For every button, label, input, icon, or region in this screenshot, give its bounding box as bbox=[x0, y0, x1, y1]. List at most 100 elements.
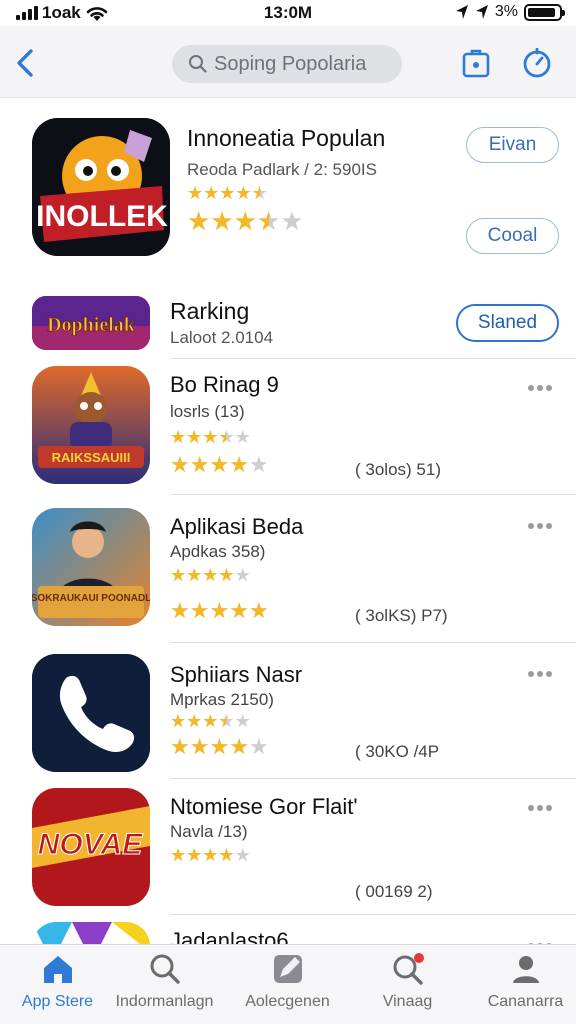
more-options-icon[interactable] bbox=[520, 936, 560, 944]
star-fill: ★ bbox=[229, 736, 249, 758]
app-artwork: SOKRAUKAUI POONADL bbox=[32, 508, 150, 626]
star-fill: ★ bbox=[170, 454, 190, 476]
star-fill: ★ bbox=[186, 428, 203, 446]
star-fill: ★ bbox=[186, 846, 203, 864]
star-fill: ★ bbox=[170, 712, 187, 730]
more-options-icon[interactable] bbox=[520, 378, 560, 398]
star-fill: ★ bbox=[187, 184, 204, 202]
star-fill: ★ bbox=[233, 208, 257, 234]
status-right: 3% bbox=[455, 3, 565, 21]
app-row[interactable]: Jadanlasto6 bbox=[0, 914, 576, 944]
ranking-button[interactable]: Slaned bbox=[456, 304, 559, 342]
star-icon: ★★ bbox=[170, 734, 190, 759]
person-icon bbox=[513, 956, 539, 983]
tab-label: Aolecgenen bbox=[245, 993, 330, 1010]
row-divider bbox=[170, 358, 576, 359]
row-divider bbox=[170, 914, 576, 915]
star-fill: ★ bbox=[189, 736, 210, 758]
star-icon: ★★ bbox=[234, 711, 251, 731]
star-fill: ★ bbox=[170, 846, 187, 864]
timer-icon[interactable] bbox=[522, 48, 552, 78]
search-input[interactable] bbox=[214, 52, 394, 76]
app-icon[interactable]: SOKRAUKAUI POONADL bbox=[32, 508, 150, 626]
more-options-icon[interactable] bbox=[520, 516, 560, 536]
star-icon: ★★ bbox=[186, 427, 203, 447]
star-icon: ★★ bbox=[209, 734, 230, 759]
star-fill: ★ bbox=[170, 736, 190, 758]
search-icon bbox=[150, 954, 180, 984]
star-icon: ★★ bbox=[229, 452, 249, 477]
tab-app-store[interactable]: App Stere bbox=[0, 945, 115, 1024]
app-rating-small: ★★★★★★★★★★ bbox=[170, 846, 251, 864]
tab-search[interactable]: Indormanlagn bbox=[107, 945, 222, 1024]
app-row[interactable]: RAIKSSAUIII Bo Rinag 9 losrls (13) ★ ★ ★ ★ ★… bbox=[0, 358, 576, 494]
featured-bottom-button[interactable]: Cooal bbox=[466, 218, 559, 254]
location-icon bbox=[455, 5, 468, 19]
app-icon[interactable] bbox=[32, 922, 150, 944]
row-divider bbox=[170, 642, 576, 643]
star-fill: ★ bbox=[209, 600, 230, 622]
pencil-icon bbox=[274, 955, 302, 983]
star-fill: ★ bbox=[202, 428, 219, 446]
status-bar: 1oak 13:0M 3% bbox=[0, 0, 576, 26]
app-store-home-icon bbox=[44, 956, 72, 983]
app-icon[interactable]: NOVAE bbox=[32, 788, 150, 906]
star-fill: ★ bbox=[248, 600, 269, 622]
share-icon[interactable] bbox=[461, 48, 491, 78]
star-icon: ★★ bbox=[202, 711, 219, 731]
featured-app-icon[interactable]: INOLLEK bbox=[32, 118, 170, 256]
app-name: Bo Rinag 9 bbox=[170, 372, 279, 397]
star-icon: ★★ bbox=[170, 711, 187, 731]
featured-rating-small: ★★★★★★★★★★ bbox=[187, 184, 268, 202]
star-fill: ★ bbox=[235, 184, 252, 202]
app-rating-small: ★★★★★★★★★★ bbox=[170, 566, 251, 584]
more-options-icon[interactable] bbox=[520, 798, 560, 818]
featured-top-button[interactable]: Eivan bbox=[466, 127, 559, 163]
more-options-icon[interactable] bbox=[520, 664, 560, 684]
star-fill: ★ bbox=[189, 454, 210, 476]
star-icon: ★★ bbox=[234, 565, 251, 585]
app-review-count: ( 3olos) 51) bbox=[355, 460, 441, 479]
featured-app-card[interactable]: INOLLEK Innoneatia Populan Reoda Padlark… bbox=[0, 98, 576, 284]
app-icon[interactable]: RAIKSSAUIII bbox=[32, 366, 150, 484]
back-chevron-icon[interactable] bbox=[14, 48, 36, 78]
star-icon: ★★ bbox=[189, 734, 210, 759]
tab-editor[interactable]: Aolecgenen bbox=[230, 945, 345, 1024]
app-review-count: ( 00169 2) bbox=[355, 882, 433, 901]
star-icon: ★★ bbox=[170, 845, 187, 865]
star-fill: ★ bbox=[209, 454, 230, 476]
star-fill: ★ bbox=[229, 454, 249, 476]
phone-icon bbox=[32, 654, 150, 772]
tab-bar: App Stere Indormanlagn Aolecgenen Vinaag… bbox=[0, 944, 576, 1024]
ranking-banner[interactable]: Dophielak bbox=[32, 296, 150, 350]
star-icon: ★★ bbox=[186, 565, 203, 585]
star-fill: ★ bbox=[170, 428, 187, 446]
star-fill: ★ bbox=[209, 736, 230, 758]
tab-account[interactable]: Cananarra bbox=[468, 945, 576, 1024]
star-icon: ★★ bbox=[229, 734, 249, 759]
tab-label: Vinaag bbox=[382, 993, 433, 1010]
app-name: Aplikasi Beda bbox=[170, 514, 304, 539]
app-row[interactable]: Sphiiars Nasr Mprkas 2150) ★ ★ ★ ★ ★ ★ ★ ★ ★ ★ ★ ★… bbox=[0, 642, 576, 778]
tab-updates[interactable]: Vinaag bbox=[350, 945, 465, 1024]
app-icon-text: NOVAE bbox=[38, 828, 143, 861]
featured-artwork: INOLLEK bbox=[32, 118, 170, 256]
star-icon: ★★ bbox=[251, 183, 268, 203]
star-fill: ★ bbox=[202, 712, 219, 730]
app-subtitle: Mprkas 2150) bbox=[170, 690, 274, 709]
star-fill: ★ bbox=[218, 712, 226, 730]
star-icon: ★★ bbox=[202, 845, 219, 865]
app-row[interactable]: NOVAE Ntomiese Gor Flait' Navla /13) ★ ★ ★… bbox=[0, 778, 576, 914]
star-fill: ★ bbox=[218, 846, 235, 864]
star-fill: ★ bbox=[202, 566, 219, 584]
battery-icon bbox=[524, 3, 565, 21]
app-icon[interactable] bbox=[32, 654, 150, 772]
star-icon: ★★ bbox=[248, 734, 269, 759]
star-icon: ★★ bbox=[218, 427, 235, 447]
featured-rating-large: ★★★★★★★★★★ bbox=[187, 208, 304, 234]
star-icon: ★★ bbox=[186, 845, 203, 865]
search-bar[interactable] bbox=[172, 45, 402, 83]
featured-icon-text: INOLLEK bbox=[36, 200, 168, 233]
app-row[interactable]: SOKRAUKAUI POONADL Aplikasi Beda Apdkas … bbox=[0, 494, 576, 642]
featured-title: Innoneatia Populan bbox=[187, 125, 386, 151]
